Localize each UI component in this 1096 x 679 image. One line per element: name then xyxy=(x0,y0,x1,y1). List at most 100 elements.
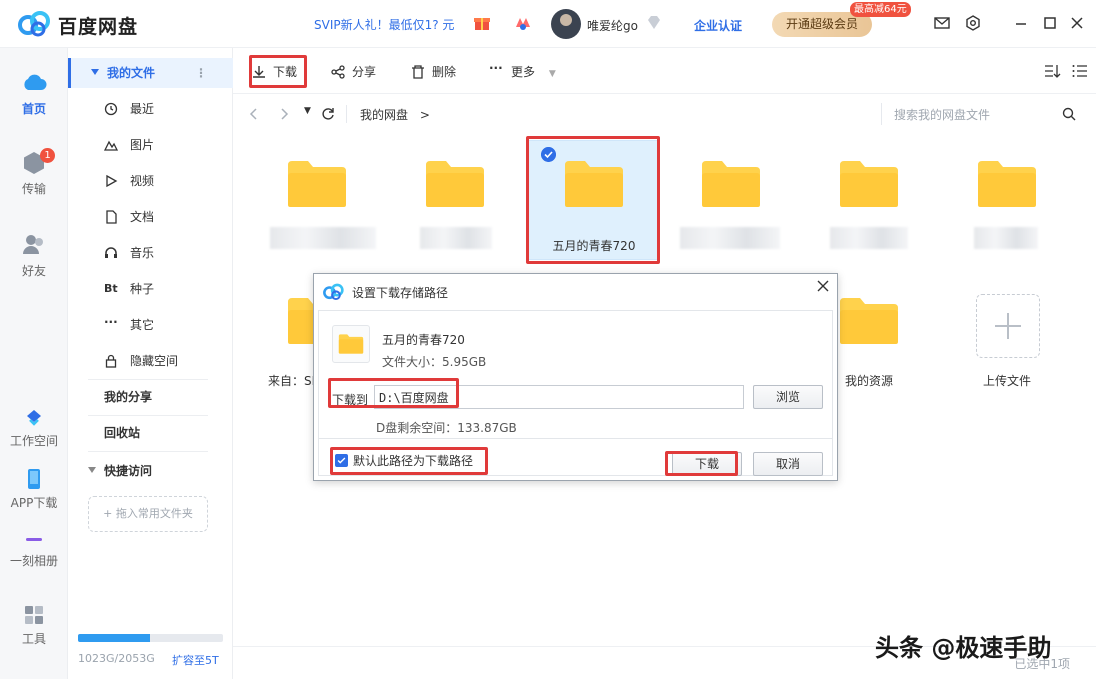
more-options-icon[interactable]: ⋮ xyxy=(195,58,207,88)
lock-icon xyxy=(105,354,117,368)
list-view-icon[interactable] xyxy=(1071,62,1089,80)
divider xyxy=(88,451,208,452)
user-avatar[interactable] xyxy=(551,9,581,39)
search-input[interactable]: 搜索我的网盘文件 xyxy=(894,106,990,123)
divider xyxy=(319,438,832,439)
more-label: 更多 xyxy=(511,65,536,79)
sidebar-my-share[interactable]: 我的分享 xyxy=(68,382,233,412)
nav-app-download-label: APP下载 xyxy=(10,496,58,510)
watermark: 头条 @极速手助 xyxy=(875,634,1052,662)
nav-home-label: 首页 xyxy=(21,102,46,116)
app-title: 百度网盘 xyxy=(58,16,139,38)
nav-album[interactable]: 一刻相册 xyxy=(0,532,68,569)
back-icon[interactable] xyxy=(247,107,261,121)
sidebar-item-video[interactable]: 视频 xyxy=(68,166,233,196)
nav-tools[interactable]: 工具 xyxy=(0,604,68,647)
nav-home[interactable]: 首页 xyxy=(0,70,68,117)
left-nav: 首页 1 传输 好友 工作空间 APP下载 一刻相册 工具 xyxy=(0,48,68,679)
chevron-down-icon: ▼ xyxy=(548,69,556,79)
blurred-filename xyxy=(974,227,1038,249)
default-path-checkbox[interactable] xyxy=(335,454,348,467)
sidebar-recycle-bin[interactable]: 回收站 xyxy=(68,418,233,448)
sidebar-item-torrents[interactable]: Bt 种子 xyxy=(68,274,233,304)
sidebar-item-label: 其它 xyxy=(130,318,155,332)
folder-tile[interactable] xyxy=(390,145,520,265)
free-space-text: D盘剩余空间：133.87GB xyxy=(376,421,517,435)
enterprise-cert-link[interactable]: 企业认证 xyxy=(694,17,742,34)
cancel-button[interactable]: 取消 xyxy=(753,452,823,476)
maximize-icon[interactable] xyxy=(1041,14,1059,32)
folder-tile[interactable] xyxy=(804,145,934,265)
blurred-filename xyxy=(420,227,492,249)
folder-icon xyxy=(288,161,346,207)
close-window-icon[interactable] xyxy=(1068,14,1086,32)
blurred-filename xyxy=(270,227,376,249)
sidebar-item-label: 最近 xyxy=(130,102,155,116)
forward-icon[interactable] xyxy=(277,107,291,121)
sidebar-item-documents[interactable]: 文档 xyxy=(68,202,233,232)
baidu-netdisk-logo-icon xyxy=(18,11,50,37)
search-box[interactable]: 搜索我的网盘文件 xyxy=(881,103,1083,125)
divider xyxy=(346,105,347,123)
plus-icon xyxy=(995,313,1021,339)
nav-friends[interactable]: 好友 xyxy=(0,232,68,279)
folder-icon xyxy=(702,161,760,207)
share-button[interactable]: 分享 xyxy=(330,62,376,82)
nav-app-download[interactable]: APP下载 xyxy=(0,468,68,511)
history-dropdown-icon[interactable]: ▼ xyxy=(304,106,318,120)
download-button[interactable]: 下载 xyxy=(251,62,297,82)
username[interactable]: 唯爱纶go xyxy=(587,17,638,34)
sidebar-item-others[interactable]: ··· 其它 xyxy=(68,310,233,340)
sidebar-item-music[interactable]: 音乐 xyxy=(68,238,233,268)
expand-storage-link[interactable]: 扩容至5T xyxy=(172,652,219,668)
sidebar-my-files[interactable]: 我的文件 ⋮ xyxy=(68,58,233,88)
download-path-field[interactable]: D:\百度网盘 xyxy=(374,385,744,409)
sidebar-item-images[interactable]: 图片 xyxy=(68,130,233,160)
game-icon[interactable] xyxy=(513,13,533,33)
baidu-netdisk-logo-icon xyxy=(323,283,344,301)
default-path-label[interactable]: 默认此路径为下载路径 xyxy=(353,452,473,469)
path-bar: ▼ 我的网盘 > 搜索我的网盘文件 xyxy=(233,95,1096,133)
add-upload-box[interactable] xyxy=(976,294,1040,358)
folder-tile-selected[interactable]: 五月的青春720 xyxy=(528,140,658,260)
sidebar-item-hidden-space[interactable]: 隐藏空间 xyxy=(68,346,233,376)
folder-tile[interactable] xyxy=(666,145,796,265)
gift-icon[interactable] xyxy=(472,13,492,33)
mail-icon[interactable] xyxy=(933,14,951,32)
diamond-icon xyxy=(648,16,660,29)
checkmark-icon[interactable] xyxy=(541,147,556,162)
app-window: 百度网盘 SVIP新人礼！最低仅1? 元 唯爱纶go 企业认证 开通超级会员 最… xyxy=(0,0,1096,679)
upload-tile[interactable]: 上传文件 xyxy=(942,288,1072,408)
breadcrumb-root[interactable]: 我的网盘 xyxy=(360,108,408,122)
folder-icon xyxy=(338,334,364,354)
close-icon[interactable] xyxy=(815,278,831,294)
nav-workspace[interactable]: 工作空间 xyxy=(0,408,68,449)
folder-tile[interactable] xyxy=(942,145,1072,265)
sort-icon[interactable] xyxy=(1043,62,1061,80)
search-icon[interactable] xyxy=(1062,107,1076,121)
nav-tools-label: 工具 xyxy=(21,632,46,646)
delete-button[interactable]: 删除 xyxy=(410,62,456,82)
blurred-filename xyxy=(680,227,780,249)
minimize-icon[interactable] xyxy=(1012,14,1030,32)
sidebar-item-label: 隐藏空间 xyxy=(130,354,179,368)
nav-transfer[interactable]: 1 传输 xyxy=(0,148,68,197)
share-label: 分享 xyxy=(352,65,377,79)
storage-quota-text: 1023G/2053G xyxy=(78,652,155,665)
blurred-filename xyxy=(830,227,908,249)
sidebar-quick-access[interactable]: 快捷访问 xyxy=(68,456,233,486)
sidebar-quick-access-label: 快捷访问 xyxy=(104,464,153,478)
trash-icon xyxy=(412,65,424,79)
sidebar-item-recent[interactable]: 最近 xyxy=(68,94,233,124)
folder-icon xyxy=(978,161,1036,207)
refresh-icon[interactable] xyxy=(321,107,335,121)
browse-button[interactable]: 浏览 xyxy=(753,385,823,409)
drop-folder-area[interactable]: + 拖入常用文件夹 xyxy=(88,496,208,532)
settings-icon[interactable] xyxy=(964,14,982,32)
folder-icon xyxy=(840,161,898,207)
folder-tile[interactable] xyxy=(252,145,382,265)
sidebar-item-label: 文档 xyxy=(130,210,155,224)
svip-promo-link[interactable]: SVIP新人礼！最低仅1? 元 xyxy=(314,16,454,33)
download-confirm-button[interactable]: 下载 xyxy=(672,452,742,476)
more-button[interactable]: ··· 更多 ▼ xyxy=(489,61,556,82)
